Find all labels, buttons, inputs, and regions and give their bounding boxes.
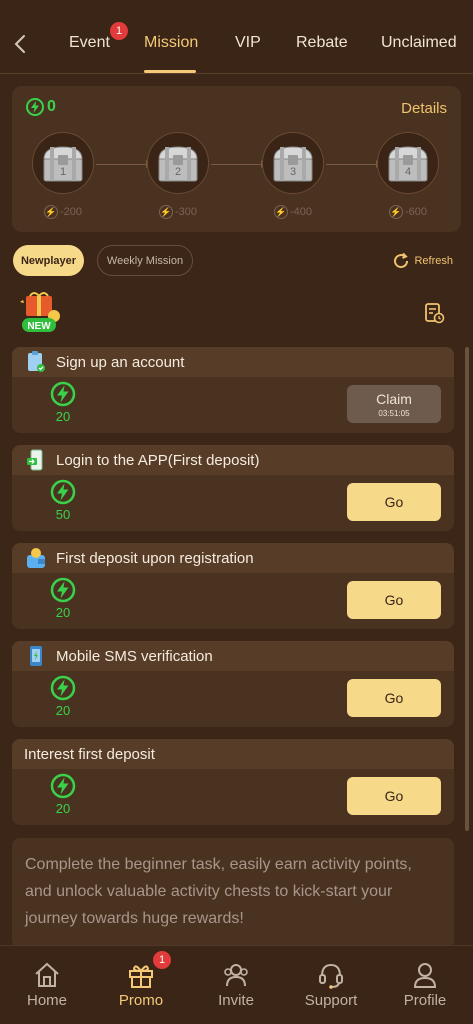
nav-label: Profile xyxy=(403,992,447,1009)
task-title: Mobile SMS verification xyxy=(56,647,213,665)
bolt-icon xyxy=(50,381,76,407)
chest-connector xyxy=(211,164,263,165)
back-arrow-icon[interactable] xyxy=(10,30,30,58)
chest-connector xyxy=(96,164,148,165)
bottom-navigation: Home Promo 1 Invite Support Profile xyxy=(0,945,473,1024)
claim-button[interactable]: Claim 03:51:05 xyxy=(347,385,441,423)
points-value: 0 xyxy=(47,98,56,115)
promo-badge: 1 xyxy=(152,950,172,970)
bolt-icon xyxy=(50,773,76,799)
tab-rebate[interactable]: Rebate xyxy=(296,34,348,52)
go-button[interactable]: Go xyxy=(347,483,441,521)
chest-number: 3 xyxy=(289,166,297,178)
tab-vip[interactable]: VIP xyxy=(235,34,261,52)
nav-promo[interactable]: Promo xyxy=(101,960,181,1009)
task-reward: 20 xyxy=(55,801,71,816)
phone-login-icon xyxy=(27,449,43,471)
chest-connector xyxy=(326,164,378,165)
nav-support[interactable]: Support xyxy=(291,960,371,1009)
bolt-icon: ⚡ xyxy=(388,205,403,219)
refresh-label: Refresh xyxy=(414,255,453,267)
refresh-button[interactable]: Refresh xyxy=(392,252,453,270)
chest-number: 2 xyxy=(174,166,182,178)
nav-invite[interactable]: Invite xyxy=(196,960,276,1009)
nav-profile[interactable]: Profile xyxy=(385,960,465,1009)
task-title: First deposit upon registration xyxy=(56,549,254,567)
headset-icon xyxy=(319,963,343,989)
bolt-icon: ⚡ xyxy=(158,205,173,219)
chest-number: 4 xyxy=(404,166,412,178)
chest-cost: ⚡ -600 xyxy=(388,205,428,219)
wallet-coin-icon xyxy=(27,548,45,568)
tab-unclaimed[interactable]: Unclaimed xyxy=(381,34,457,52)
chest-cost: ⚡ -200 xyxy=(43,205,83,219)
go-button[interactable]: Go xyxy=(347,581,441,619)
chest-progress-panel: 0 Details 1 2 3 4 ⚡ -200 ⚡ -300 ⚡ -400 ⚡… xyxy=(12,86,461,232)
task-card: Login to the APP(First deposit) 50 Go xyxy=(12,445,454,531)
bolt-icon xyxy=(26,98,44,116)
chest-cost: ⚡ -300 xyxy=(158,205,198,219)
tab-mission[interactable]: Mission xyxy=(144,34,198,52)
task-header: Interest first deposit xyxy=(12,739,454,769)
task-card: Mobile SMS verification 20 Go xyxy=(12,641,454,727)
chest-cost: ⚡ -400 xyxy=(273,205,313,219)
home-icon xyxy=(35,962,59,987)
refresh-icon xyxy=(394,252,409,269)
gift-icon xyxy=(129,965,153,988)
chest-1[interactable]: 1 xyxy=(32,132,94,194)
task-reward: 50 xyxy=(55,507,71,522)
new-badge-text: NEW xyxy=(27,321,51,332)
task-reward: 20 xyxy=(55,703,71,718)
subtab-weekly-mission[interactable]: Weekly Mission xyxy=(97,245,193,276)
event-badge: 1 xyxy=(109,21,129,41)
claim-timer: 03:51:05 xyxy=(378,408,410,418)
claim-label: Claim xyxy=(376,390,412,407)
nav-home[interactable]: Home xyxy=(7,960,87,1009)
people-icon xyxy=(224,964,248,987)
task-header: Mobile SMS verification xyxy=(12,641,454,671)
chest-2[interactable]: 2 xyxy=(147,132,209,194)
bolt-icon: ⚡ xyxy=(43,205,58,219)
nav-label: Support xyxy=(304,992,358,1009)
bolt-icon xyxy=(50,479,76,505)
clipboard-check-icon xyxy=(28,351,45,372)
subtab-newplayer[interactable]: Newplayer xyxy=(13,245,84,276)
top-tab-bar: Event 1 Mission VIP Rebate Unclaimed xyxy=(0,0,473,74)
user-icon xyxy=(413,963,437,988)
go-button[interactable]: Go xyxy=(347,679,441,717)
chest-4[interactable]: 4 xyxy=(377,132,439,194)
task-header: Login to the APP(First deposit) xyxy=(12,445,454,475)
mission-description: Complete the beginner task, easily earn … xyxy=(12,838,454,948)
nav-label: Invite xyxy=(218,992,254,1009)
task-card: Sign up an account 20 Claim 03:51:05 xyxy=(12,347,454,433)
nav-label: Promo xyxy=(118,992,164,1009)
task-reward: 20 xyxy=(55,605,71,620)
active-tab-indicator xyxy=(144,70,196,73)
task-header: First deposit upon registration xyxy=(12,543,454,573)
scrollbar[interactable] xyxy=(465,347,469,831)
bolt-icon xyxy=(50,675,76,701)
bolt-icon: ⚡ xyxy=(273,205,288,219)
task-card: First deposit upon registration 20 Go xyxy=(12,543,454,629)
new-gift-badge-icon: NEW xyxy=(20,292,60,332)
tab-event[interactable]: Event xyxy=(69,34,110,52)
task-reward: 20 xyxy=(55,409,71,424)
task-title: Interest first deposit xyxy=(24,745,155,763)
task-title: Login to the APP(First deposit) xyxy=(56,451,260,469)
details-link[interactable]: Details xyxy=(401,100,447,117)
chest-3[interactable]: 3 xyxy=(262,132,324,194)
go-button[interactable]: Go xyxy=(347,777,441,815)
task-card: Interest first deposit 20 Go xyxy=(12,739,454,825)
activity-points: 0 xyxy=(26,98,56,116)
task-header: Sign up an account xyxy=(12,347,454,377)
task-history-icon[interactable] xyxy=(423,302,445,324)
sms-phone-icon xyxy=(30,646,42,666)
chest-number: 1 xyxy=(59,166,67,178)
nav-label: Home xyxy=(26,992,67,1009)
task-title: Sign up an account xyxy=(56,353,185,371)
bolt-icon xyxy=(50,577,76,603)
